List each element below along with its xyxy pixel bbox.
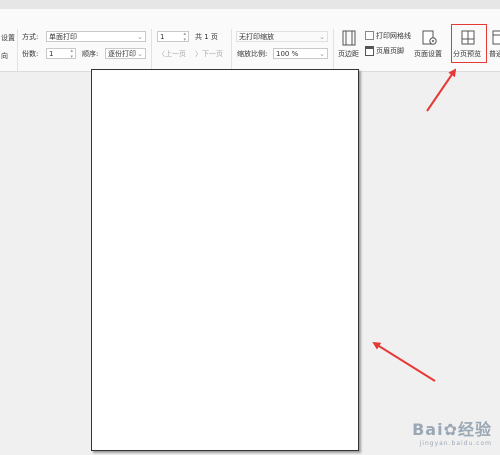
annotation-overlay <box>372 68 457 382</box>
watermark-url: jingyan.baidu.com <box>419 440 492 447</box>
paw-logo-icon: ✿ <box>443 420 458 439</box>
arrow-to-page-edge <box>372 341 436 382</box>
watermark-brand-cn: 经验 <box>457 420 492 439</box>
arrow-to-page-break-preview <box>426 68 457 112</box>
baidu-jingyan-watermark: Bai✿经验 jingyan.baidu.com <box>412 416 492 447</box>
watermark-brand: Bai <box>412 420 444 439</box>
